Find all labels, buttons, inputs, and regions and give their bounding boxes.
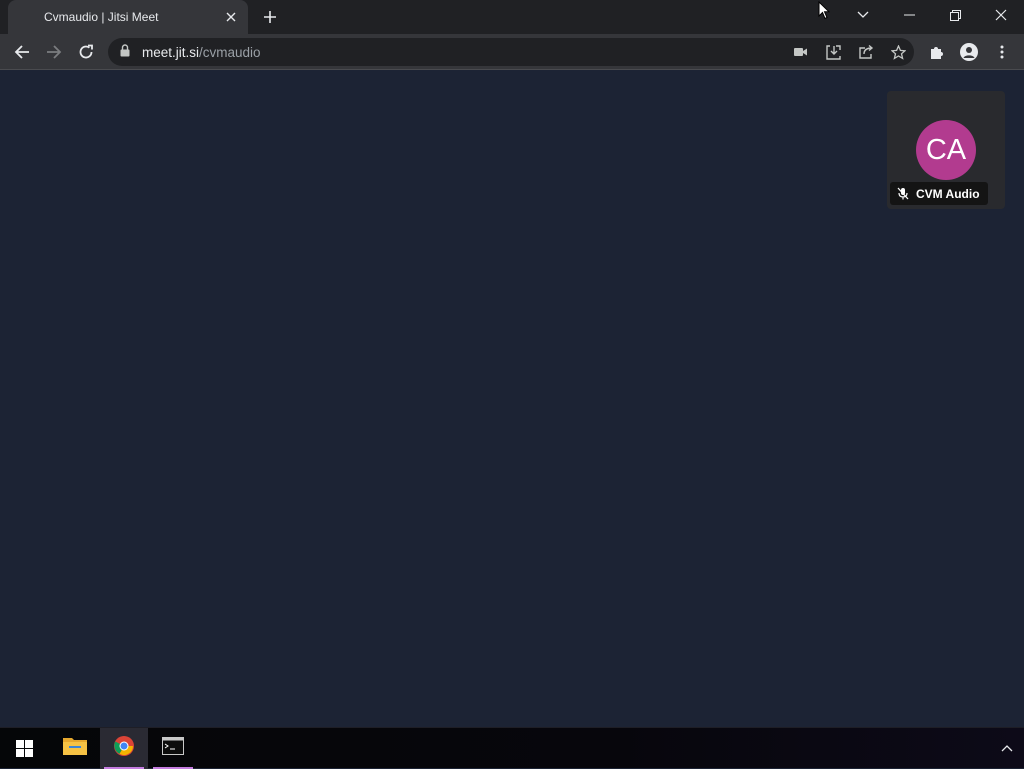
mic-muted-icon	[890, 187, 916, 200]
mouse-cursor-icon	[818, 0, 831, 25]
participant-thumbnail[interactable]: CA CVM Audio	[887, 91, 1005, 209]
bookmark-star-icon[interactable]	[887, 42, 909, 62]
avatar-initials: CA	[925, 133, 967, 166]
tab-close-icon[interactable]	[222, 8, 240, 26]
lock-icon[interactable]	[120, 44, 130, 62]
minimize-button[interactable]	[886, 0, 932, 30]
forward-button[interactable]	[39, 37, 69, 67]
install-app-icon[interactable]	[822, 42, 844, 62]
tab-strip: Cvmaudio | Jitsi Meet	[0, 0, 1024, 34]
back-button[interactable]	[7, 37, 37, 67]
tab-search-chevron-icon[interactable]	[840, 0, 886, 30]
start-button[interactable]	[0, 728, 48, 769]
participant-name: CVM Audio	[916, 186, 980, 201]
taskbar	[0, 727, 1024, 769]
address-bar[interactable]: meet.jit.si/cvmaudio	[108, 38, 914, 66]
camera-in-use-icon[interactable]	[790, 42, 812, 62]
taskbar-command-prompt[interactable]	[149, 728, 197, 769]
profile-avatar-icon[interactable]	[954, 37, 984, 67]
folder-icon	[63, 736, 87, 761]
tab-title: Cvmaudio | Jitsi Meet	[44, 10, 159, 24]
meeting-stage: CA CVM Audio	[0, 71, 1024, 727]
taskbar-chrome[interactable]	[100, 728, 148, 769]
chrome-icon	[113, 735, 135, 762]
url-host: meet.jit.si	[142, 45, 200, 60]
browser-tab[interactable]: Cvmaudio | Jitsi Meet	[8, 0, 248, 34]
browser-toolbar: meet.jit.si/cvmaudio	[0, 34, 1024, 70]
url-path: /cvmaudio	[199, 45, 261, 60]
reload-button[interactable]	[71, 37, 101, 67]
new-tab-button[interactable]	[258, 6, 282, 28]
avatar: CA	[916, 120, 976, 180]
tray-overflow-chevron-icon[interactable]	[996, 738, 1018, 758]
extensions-icon[interactable]	[922, 37, 952, 67]
close-window-button[interactable]	[978, 0, 1024, 30]
browser-menu-icon[interactable]	[987, 37, 1017, 67]
participant-name-tag: CVM Audio	[890, 182, 988, 205]
terminal-icon	[162, 737, 184, 760]
share-icon[interactable]	[855, 42, 877, 62]
url-text[interactable]: meet.jit.si/cvmaudio	[142, 45, 261, 60]
restore-button[interactable]	[932, 0, 978, 30]
taskbar-file-explorer[interactable]	[51, 728, 99, 769]
